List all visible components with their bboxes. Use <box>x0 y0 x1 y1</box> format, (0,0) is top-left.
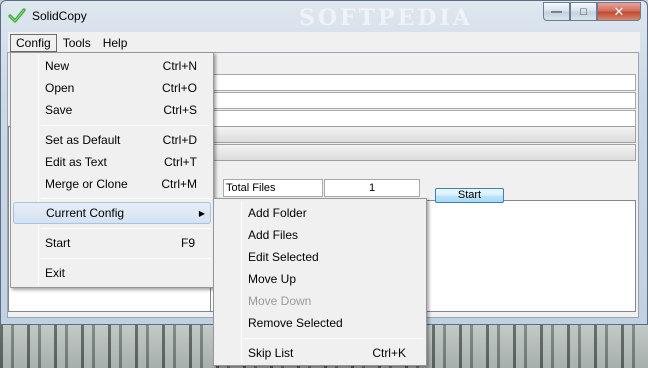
progress-bar-1 <box>210 126 636 143</box>
menu-item-shortcut: Ctrl+T <box>164 155 197 169</box>
checkmark-app-icon <box>8 8 26 23</box>
menu-item-set-as-default[interactable]: Set as Default Ctrl+D <box>13 129 211 151</box>
minimize-button[interactable]: — <box>543 2 570 21</box>
menu-item-label: New <box>45 59 70 73</box>
path-field-3[interactable] <box>210 110 636 127</box>
menu-item-label: Current Config <box>46 206 125 220</box>
menu-item-add-files[interactable]: Add Files <box>216 224 424 246</box>
menu-separator <box>41 125 210 126</box>
path-field-1[interactable] <box>210 74 636 91</box>
close-button[interactable]: ✕ <box>597 2 641 21</box>
menu-item-label: Start <box>45 236 71 250</box>
menu-item-merge-or-clone[interactable]: Merge or Clone Ctrl+M <box>13 173 211 195</box>
menu-item-current-config[interactable]: Current Config ▶ <box>13 202 211 224</box>
menu-help[interactable]: Help <box>97 34 134 52</box>
menu-item-label: Remove Selected <box>248 316 343 330</box>
menu-item-move-up[interactable]: Move Up <box>216 268 424 290</box>
menu-item-edit-as-text[interactable]: Edit as Text Ctrl+T <box>13 151 211 173</box>
maximize-button[interactable]: □ <box>570 2 597 21</box>
menu-item-label: Merge or Clone <box>45 177 128 191</box>
menu-item-start[interactable]: Start F9 <box>13 232 211 254</box>
menu-item-save[interactable]: Save Ctrl+S <box>13 99 211 121</box>
menu-separator <box>244 338 423 339</box>
menu-item-label: Move Up <box>248 272 297 286</box>
menu-item-remove-selected[interactable]: Remove Selected <box>216 312 424 334</box>
submenu-arrow-icon: ▶ <box>198 208 205 218</box>
total-files-label: Total Files <box>223 179 323 197</box>
start-button[interactable]: Start <box>435 188 504 203</box>
menu-item-skip-list[interactable]: Skip List Ctrl+K <box>216 342 424 364</box>
menu-item-label: Exit <box>45 266 66 280</box>
title-bar[interactable]: SolidCopy SOFTPEDIA — □ ✕ <box>1 1 647 31</box>
current-config-submenu: Add Folder Add Files Edit Selected Move … <box>213 198 427 366</box>
menu-item-shortcut: Ctrl+O <box>161 81 197 95</box>
menu-item-shortcut: Ctrl+M <box>161 177 197 191</box>
menu-item-open[interactable]: Open Ctrl+O <box>13 77 211 99</box>
menu-item-label: Edit as Text <box>45 155 107 169</box>
path-field-2[interactable] <box>210 92 636 109</box>
menu-config[interactable]: Config <box>10 33 57 52</box>
menu-item-label: Open <box>45 81 75 95</box>
menu-item-shortcut: Ctrl+D <box>162 133 197 147</box>
progress-bar-2 <box>210 144 636 161</box>
window-title: SolidCopy <box>32 9 87 23</box>
config-menu: New Ctrl+N Open Ctrl+O Save Ctrl+S Set a… <box>10 52 214 288</box>
menu-tools[interactable]: Tools <box>57 34 97 52</box>
watermark: SOFTPEDIA <box>299 5 473 31</box>
total-files-value: 1 <box>324 179 420 197</box>
menu-bar: Config Tools Help <box>8 32 640 53</box>
menu-item-move-down: Move Down <box>216 290 424 312</box>
menu-item-exit[interactable]: Exit <box>13 262 211 284</box>
menu-item-shortcut: Ctrl+N <box>162 59 197 73</box>
menu-item-label: Save <box>45 103 73 117</box>
menu-item-label: Skip List <box>248 346 294 360</box>
menu-item-edit-selected[interactable]: Edit Selected <box>216 246 424 268</box>
caption-buttons: — □ ✕ <box>543 2 641 22</box>
menu-item-label: Add Folder <box>248 206 307 220</box>
menu-item-shortcut: Ctrl+K <box>372 346 406 360</box>
menu-separator <box>41 258 210 259</box>
menu-separator <box>41 228 210 229</box>
menu-separator <box>41 198 210 199</box>
menu-item-new[interactable]: New Ctrl+N <box>13 55 211 77</box>
menu-item-label: Edit Selected <box>248 250 319 264</box>
menu-item-label: Set as Default <box>45 133 121 147</box>
menu-item-add-folder[interactable]: Add Folder <box>216 202 424 224</box>
menu-item-shortcut: Ctrl+S <box>163 103 197 117</box>
menu-item-label: Add Files <box>248 228 299 242</box>
menu-item-label: Move Down <box>248 294 312 308</box>
menu-item-shortcut: F9 <box>180 236 195 250</box>
